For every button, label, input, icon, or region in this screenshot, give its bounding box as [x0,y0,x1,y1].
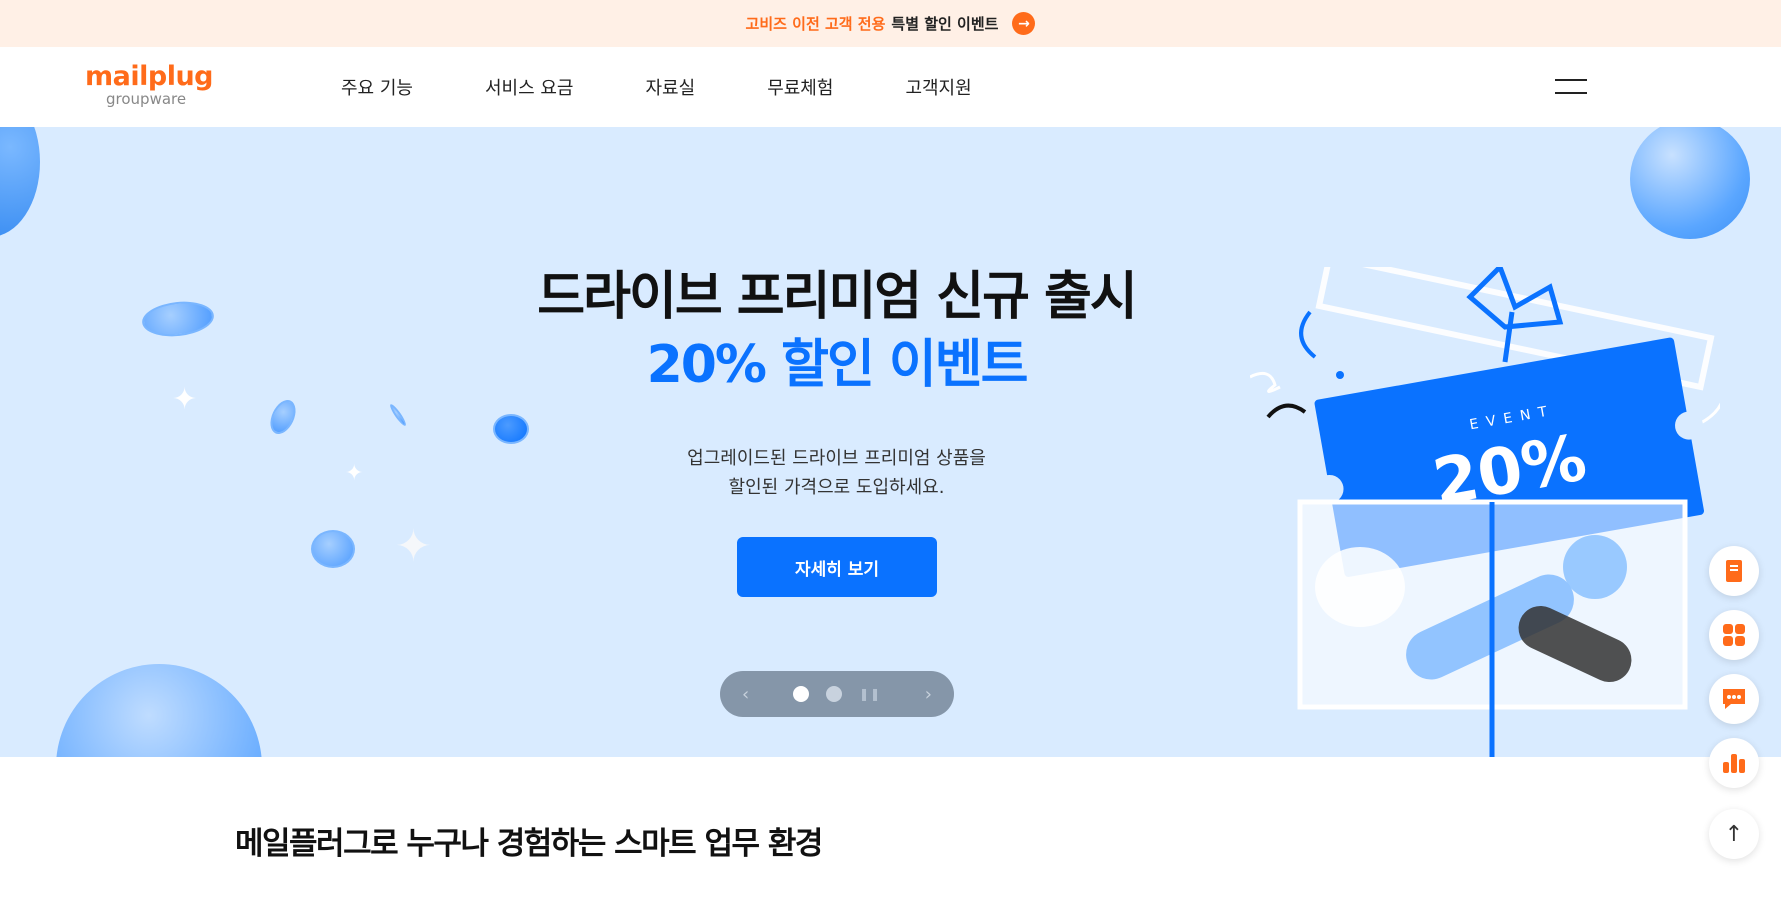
pager-dot-1[interactable] [792,686,809,702]
chevron-left-icon[interactable]: ‹ [742,684,749,705]
chevron-right-icon[interactable]: › [925,684,932,705]
arrow-up-icon[interactable]: ↑ [1709,809,1759,859]
slide-pager: ‹ ❚❚ › [720,671,954,717]
arrow-right-icon[interactable]: → [1012,12,1036,35]
nav-item-resources[interactable]: 자료실 [646,74,696,100]
pause-icon[interactable]: ❚❚ [859,687,881,701]
hero-banner: ✦ ✦ ✦ EVENT 20% 드라이브 프리미엄 신규 출시 20% 할인 이… [0,127,1781,757]
nav-item-features[interactable]: 주요 기능 [341,74,413,100]
logo-sub: groupware [106,90,187,108]
apps-icon[interactable] [1709,610,1759,660]
coin-icon [311,530,355,568]
details-button[interactable]: 자세히 보기 [737,537,937,597]
hero-title: 드라이브 프리미엄 신규 출시 20% 할인 이벤트 [0,264,1673,399]
nav-item-support[interactable]: 고객지원 [905,74,971,100]
promo-bar[interactable]: 고비즈 이전 고객 전용 특별 할인 이벤트 → [0,0,1781,47]
hero-title-line1: 드라이브 프리미엄 신규 출시 [537,267,1137,327]
sphere-decoration-icon [1630,127,1750,239]
book-icon[interactable] [1709,546,1759,596]
hero-description: 업그레이드된 드라이브 프리미엄 상품을 할인된 가격으로 도입하세요. [0,445,1673,503]
sphere-decoration-icon [56,664,262,757]
pager-dots: ❚❚ [792,686,881,702]
hamburger-icon[interactable] [1555,79,1587,97]
nav-item-pricing[interactable]: 서비스 요금 [485,74,574,100]
logo[interactable]: mailplug groupware [85,61,215,115]
pager-dot-2[interactable] [825,686,842,702]
site-header: mailplug groupware 주요 기능 서비스 요금 자료실 무료체험… [0,47,1781,127]
coin-icon [388,402,408,428]
hero-desc-line1: 업그레이드된 드라이브 프리미엄 상품을 [687,448,986,469]
chart-icon[interactable] [1709,738,1759,788]
sparkle-icon: ✦ [395,521,432,572]
logo-main: mailplug [85,61,214,92]
coin-icon [265,396,301,438]
nav-item-free-trial[interactable]: 무료체험 [767,74,833,100]
coin-icon [493,414,529,444]
section-title: 메일플러그로 누구나 경험하는 스마트 업무 환경 [235,826,823,862]
promo-text: 특별 할인 이벤트 [891,15,999,33]
sphere-decoration-icon [0,127,40,237]
hero-title-line2: 20% 할인 이벤트 [646,334,1029,395]
hero-desc-line2: 할인된 가격으로 도입하세요. [728,476,945,498]
promo-highlight: 고비즈 이전 고객 전용 [745,15,886,33]
main-nav: 주요 기능 서비스 요금 자료실 무료체험 고객지원 [341,47,1044,127]
chat-icon[interactable] [1709,674,1759,724]
